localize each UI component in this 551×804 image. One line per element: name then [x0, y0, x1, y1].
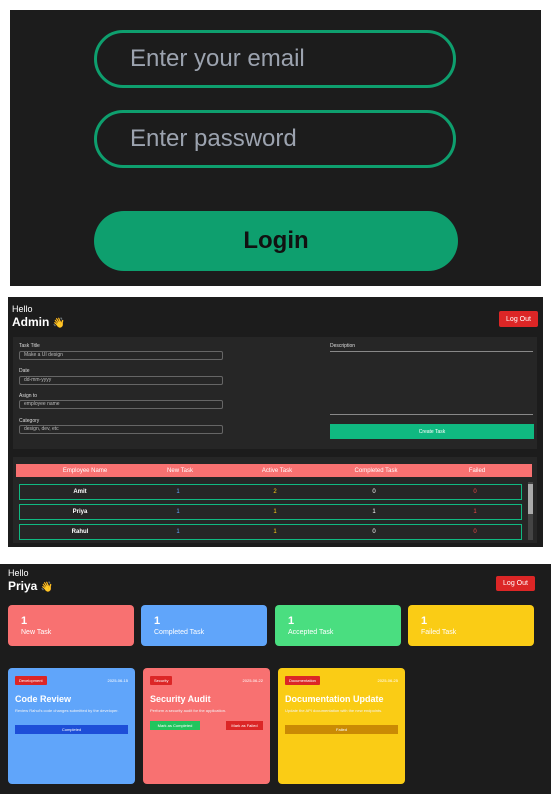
stat-label: Accepted Task — [288, 629, 334, 636]
table-row: Amit 1 2 0 0 — [19, 484, 522, 500]
new-count: 1 — [176, 489, 180, 495]
create-task-button[interactable]: Create Task — [330, 424, 534, 439]
user-name-text: Priya — [8, 579, 38, 593]
completed-count: 0 — [372, 529, 376, 535]
active-count: 1 — [273, 509, 277, 515]
assign-input[interactable]: employee name — [19, 400, 223, 409]
task-date: 2025-06-22 — [242, 678, 263, 683]
user-name: Priya 👋 — [8, 579, 53, 593]
failed-count: 1 — [473, 509, 477, 515]
completed-status-button[interactable]: Completed — [15, 725, 128, 734]
category-label: Category — [19, 418, 40, 424]
user-name-text: Admin — [12, 315, 50, 329]
mark-failed-button[interactable]: Mark as Failed — [226, 721, 263, 730]
logout-button[interactable]: Log Out — [496, 576, 535, 591]
stat-count: 1 — [154, 615, 161, 627]
create-task-form: Task Title Make a UI design Date dd-mm-y… — [13, 337, 537, 449]
completed-count: 1 — [372, 509, 376, 515]
category-input[interactable]: design, dev, etc — [19, 425, 223, 434]
wave-icon: 👋 — [40, 582, 54, 593]
new-count: 1 — [176, 509, 180, 515]
task-description: Perform a security audit for the applica… — [150, 708, 227, 713]
greeting: Hello — [8, 568, 29, 578]
admin-dashboard: Hello Admin 👋 Log Out Task Title Make a … — [8, 297, 543, 547]
table-row: Priya 1 1 1 1 — [19, 504, 522, 520]
task-description: Update the API documentation with the ne… — [285, 708, 383, 713]
password-placeholder: Enter password — [130, 125, 297, 152]
task-card-security-audit: Security 2025-06-22 Security Audit Perfo… — [143, 668, 270, 784]
user-name: Admin 👋 — [12, 315, 65, 329]
employee-name: Priya — [72, 509, 88, 515]
employee-name: Amit — [73, 489, 87, 495]
description-label: Description — [330, 343, 356, 349]
new-count: 1 — [176, 529, 180, 535]
category-badge: Security — [150, 676, 173, 685]
task-title: Security Audit — [150, 694, 211, 704]
stat-count: 1 — [288, 615, 295, 627]
date-input[interactable]: dd-mm-yyyy — [19, 376, 223, 385]
stat-label: New Task — [21, 629, 52, 636]
task-card-code-review: Development 2025-06-15 Code Review Revie… — [8, 668, 135, 784]
stat-label: Completed Task — [154, 629, 205, 636]
assign-label: Asign to — [19, 393, 38, 399]
header-completed-task: Completed Task — [354, 467, 398, 474]
stat-failed-task: 1 Failed Task — [408, 605, 534, 646]
task-title: Documentation Update — [285, 694, 384, 704]
scrollbar-thumb[interactable] — [528, 484, 533, 514]
task-date: 2025-06-25 — [377, 678, 398, 683]
header-failed: Failed — [468, 467, 486, 474]
stat-count: 1 — [21, 615, 28, 627]
active-count: 2 — [273, 489, 277, 495]
header-employee-name: Employee Name — [62, 467, 108, 474]
header-active-task: Active Task — [261, 467, 293, 474]
email-placeholder: Enter your email — [130, 45, 305, 72]
failed-count: 0 — [473, 489, 477, 495]
failed-status-button[interactable]: Failed — [285, 725, 398, 734]
active-count: 1 — [273, 529, 277, 535]
table-row: Rahul 1 1 0 0 — [19, 524, 522, 540]
category-badge: Development — [15, 676, 47, 685]
table-scrollbar[interactable] — [528, 482, 533, 540]
completed-count: 0 — [372, 489, 376, 495]
greeting: Hello — [12, 304, 33, 314]
description-textarea[interactable] — [330, 351, 533, 415]
logout-button[interactable]: Log Out — [499, 311, 538, 327]
stat-accepted-task: 1 Accepted Task — [275, 605, 401, 646]
task-title-input[interactable]: Make a UI design — [19, 351, 223, 360]
wave-icon: 👋 — [52, 318, 66, 329]
employee-name: Rahul — [71, 529, 89, 535]
stat-label: Failed Task — [421, 629, 457, 636]
task-card-documentation-update: Documentation 2025-06-25 Documentation U… — [278, 668, 405, 784]
category-badge: Documentation — [285, 676, 320, 685]
task-title-label: Task Title — [19, 343, 40, 349]
employee-table: Employee Name New Task Active Task Compl… — [13, 457, 537, 543]
stat-completed-task: 1 Completed Task — [141, 605, 267, 646]
mark-completed-button[interactable]: Mark as Completed — [150, 721, 200, 730]
header-new-task: New Task — [167, 467, 193, 474]
table-header: Employee Name New Task Active Task Compl… — [16, 464, 532, 477]
stat-new-task: 1 New Task — [8, 605, 134, 646]
date-label: Date — [19, 368, 30, 374]
failed-count: 0 — [473, 529, 477, 535]
stat-count: 1 — [421, 615, 428, 627]
login-panel: Enter your email Enter password Login — [10, 10, 541, 286]
task-date: 2025-06-15 — [107, 678, 128, 683]
email-input[interactable]: Enter your email — [94, 30, 456, 88]
employee-dashboard: Hello Priya 👋 Log Out 1 New Task 1 Compl… — [0, 564, 551, 794]
login-button[interactable]: Login — [94, 211, 458, 271]
password-input[interactable]: Enter password — [94, 110, 456, 168]
task-title: Code Review — [15, 694, 72, 704]
task-description: Review Rahul's code changes submitted by… — [15, 708, 119, 713]
